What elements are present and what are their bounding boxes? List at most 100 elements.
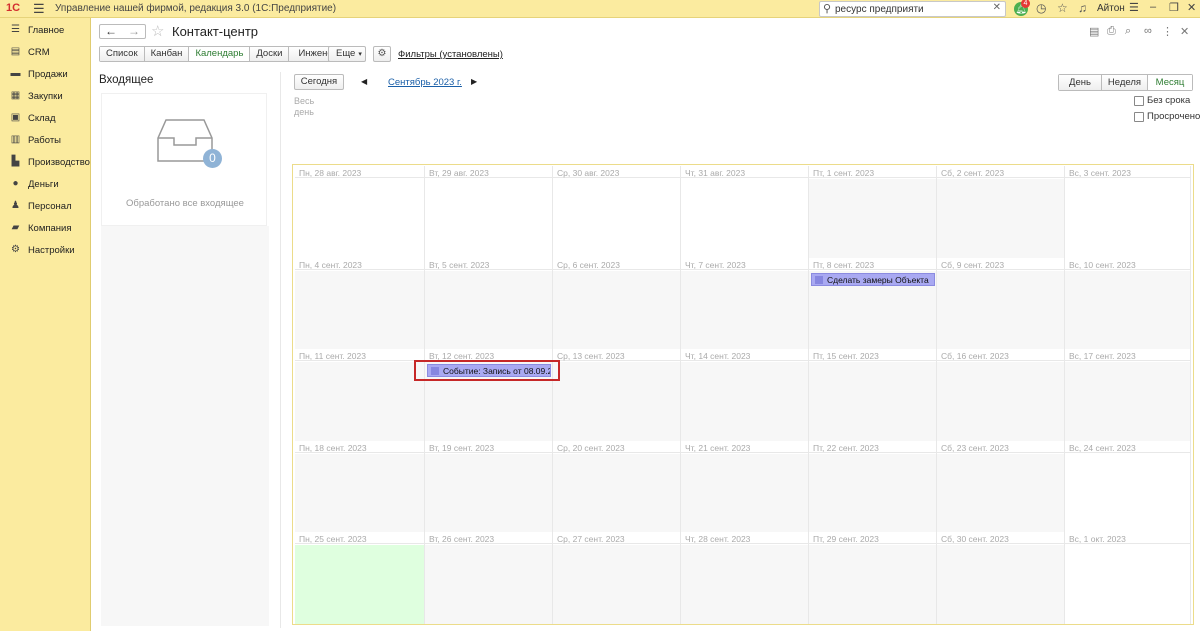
day-body[interactable] bbox=[425, 270, 552, 350]
search-input[interactable] bbox=[835, 3, 985, 15]
calendar-day-cell[interactable]: Ср, 27 сент. 2023 bbox=[553, 532, 681, 624]
day-body[interactable] bbox=[553, 545, 680, 624]
calendar-day-cell[interactable]: Вс, 24 сент. 2023 bbox=[1065, 440, 1191, 533]
calendar-day-cell[interactable]: Вс, 10 сент. 2023 bbox=[1065, 257, 1191, 350]
sidebar-item-company[interactable]: ▰ Компания bbox=[0, 219, 90, 239]
day-body[interactable] bbox=[295, 362, 424, 441]
calendar-day-cell[interactable]: Сб, 30 сент. 2023 bbox=[937, 532, 1065, 624]
window-menu-icon[interactable]: ☰ bbox=[1129, 1, 1139, 14]
favorite-star-icon[interactable]: ☆ bbox=[151, 22, 164, 40]
day-body[interactable] bbox=[295, 270, 424, 350]
day-body[interactable] bbox=[1065, 545, 1190, 624]
prev-month-icon[interactable]: ◀ bbox=[361, 77, 367, 86]
day-body[interactable] bbox=[681, 453, 808, 533]
day-body[interactable] bbox=[809, 179, 936, 258]
day-body[interactable] bbox=[681, 270, 808, 350]
calendar-day-cell[interactable]: Пн, 25 сент. 2023 bbox=[295, 532, 425, 624]
print-icon[interactable]: ⎙ bbox=[1107, 25, 1116, 38]
calendar-day-cell[interactable]: Сб, 9 сент. 2023 bbox=[937, 257, 1065, 350]
panel-divider[interactable] bbox=[280, 72, 281, 628]
calendar-day-cell[interactable]: Пт, 1 сент. 2023 bbox=[809, 166, 937, 258]
main-menu-icon[interactable]: ☰ bbox=[33, 1, 45, 17]
calendar-day-cell[interactable]: Ср, 13 сент. 2023 bbox=[553, 349, 681, 441]
month-selector[interactable]: Сентябрь 2023 г. bbox=[388, 77, 462, 88]
day-body[interactable] bbox=[553, 270, 680, 350]
restore-icon[interactable]: ❐ bbox=[1169, 1, 1179, 14]
sidebar-item-staff[interactable]: ♟ Персонал bbox=[0, 197, 90, 217]
sidebar-item-sales[interactable]: ▬ Продажи bbox=[0, 65, 90, 85]
tab-list[interactable]: Список bbox=[100, 47, 145, 61]
sidebar-item-crm[interactable]: ▤ CRM bbox=[0, 43, 90, 63]
day-body[interactable] bbox=[1065, 362, 1190, 441]
tab-kanban[interactable]: Канбан bbox=[144, 47, 190, 61]
day-body[interactable] bbox=[681, 179, 808, 258]
sidebar-item-works[interactable]: ▥ Работы bbox=[0, 131, 90, 151]
day-body[interactable] bbox=[425, 453, 552, 533]
day-body[interactable] bbox=[553, 453, 680, 533]
close-icon[interactable]: ✕ bbox=[1187, 1, 1196, 14]
more-button[interactable]: Еще ▾ bbox=[328, 46, 366, 62]
day-body[interactable] bbox=[937, 362, 1064, 441]
back-arrow-icon[interactable]: ← bbox=[100, 24, 122, 38]
day-body[interactable] bbox=[937, 453, 1064, 533]
day-body[interactable] bbox=[809, 545, 936, 624]
day-body[interactable] bbox=[425, 179, 552, 258]
day-body[interactable] bbox=[553, 362, 680, 441]
calendar-day-cell[interactable]: Вт, 5 сент. 2023 bbox=[425, 257, 553, 350]
calendar-day-cell[interactable]: Пн, 18 сент. 2023 bbox=[295, 440, 425, 533]
calendar-day-cell[interactable]: Ср, 6 сент. 2023 bbox=[553, 257, 681, 350]
calendar-day-cell[interactable]: Вс, 1 окт. 2023 bbox=[1065, 532, 1191, 624]
more-vertical-icon[interactable]: ⋮ bbox=[1162, 25, 1173, 38]
day-body[interactable] bbox=[681, 362, 808, 441]
day-body[interactable] bbox=[681, 545, 808, 624]
tab-calendar[interactable]: Календарь bbox=[189, 47, 251, 61]
period-month-button[interactable]: Месяц bbox=[1148, 75, 1192, 90]
calendar-day-cell[interactable]: Чт, 21 сент. 2023 bbox=[681, 440, 809, 533]
calendar-day-cell[interactable]: Пт, 29 сент. 2023 bbox=[809, 532, 937, 624]
day-body[interactable] bbox=[809, 362, 936, 441]
calendar-day-cell[interactable]: Вт, 26 сент. 2023 bbox=[425, 532, 553, 624]
calendar-day-cell[interactable]: Сб, 2 сент. 2023 bbox=[937, 166, 1065, 258]
calendar-day-cell[interactable]: Чт, 31 авг. 2023 bbox=[681, 166, 809, 258]
next-month-icon[interactable]: ▶ bbox=[471, 77, 477, 86]
today-button[interactable]: Сегодня bbox=[294, 74, 344, 90]
preview-icon[interactable]: ⌕ bbox=[1125, 25, 1131, 38]
day-body[interactable] bbox=[553, 179, 680, 258]
favorites-star-icon[interactable]: ☆ bbox=[1057, 1, 1068, 15]
day-body[interactable] bbox=[295, 453, 424, 533]
calendar-day-cell[interactable]: Чт, 14 сент. 2023 bbox=[681, 349, 809, 441]
calendar-day-cell[interactable]: Чт, 7 сент. 2023 bbox=[681, 257, 809, 350]
bell-icon[interactable]: ♫ bbox=[1078, 1, 1087, 15]
day-body[interactable] bbox=[425, 545, 552, 624]
calendar-day-cell[interactable]: Пн, 11 сент. 2023 bbox=[295, 349, 425, 441]
day-body[interactable] bbox=[937, 270, 1064, 350]
calendar-day-cell[interactable]: Вс, 17 сент. 2023 bbox=[1065, 349, 1191, 441]
period-day-button[interactable]: День bbox=[1059, 75, 1102, 90]
day-body[interactable] bbox=[809, 453, 936, 533]
checkbox-box[interactable] bbox=[1134, 112, 1144, 122]
calendar-event[interactable]: Сделать замеры Объекта bbox=[811, 272, 935, 286]
calendar-day-cell[interactable]: Пт, 8 сент. 2023 bbox=[809, 257, 937, 350]
calendar-day-cell[interactable]: Пн, 28 авг. 2023 bbox=[295, 166, 425, 258]
sidebar-item-money[interactable]: ● Деньги bbox=[0, 175, 90, 195]
calendar-day-cell[interactable]: Чт, 28 сент. 2023 bbox=[681, 532, 809, 624]
close-form-icon[interactable]: ✕ bbox=[1180, 25, 1189, 38]
day-body[interactable] bbox=[1065, 179, 1190, 258]
calendar-day-cell[interactable]: Ср, 30 авг. 2023 bbox=[553, 166, 681, 258]
calendar-day-cell[interactable]: Пн, 4 сент. 2023 bbox=[295, 257, 425, 350]
sidebar-item-purchases[interactable]: ▦ Закупки bbox=[0, 87, 90, 107]
day-body[interactable] bbox=[1065, 270, 1190, 350]
minimize-icon[interactable]: – bbox=[1150, 1, 1156, 13]
period-week-button[interactable]: Неделя bbox=[1102, 75, 1148, 90]
day-body[interactable] bbox=[295, 545, 424, 624]
day-body[interactable] bbox=[937, 545, 1064, 624]
report-icon[interactable]: ▤ bbox=[1089, 25, 1099, 38]
calendar-day-cell[interactable]: Вт, 19 сент. 2023 bbox=[425, 440, 553, 533]
sidebar-item-warehouse[interactable]: ▣ Склад bbox=[0, 109, 90, 129]
forward-arrow-icon[interactable]: → bbox=[123, 24, 145, 38]
sidebar-item-settings[interactable]: ⚙ Настройки bbox=[0, 241, 90, 261]
checkbox-box[interactable] bbox=[1134, 96, 1144, 106]
sidebar-item-production[interactable]: ▙ Производство bbox=[0, 153, 90, 173]
clear-search-icon[interactable]: ✕ bbox=[993, 2, 1001, 13]
filters-link[interactable]: Фильтры (установлены) bbox=[398, 49, 503, 60]
